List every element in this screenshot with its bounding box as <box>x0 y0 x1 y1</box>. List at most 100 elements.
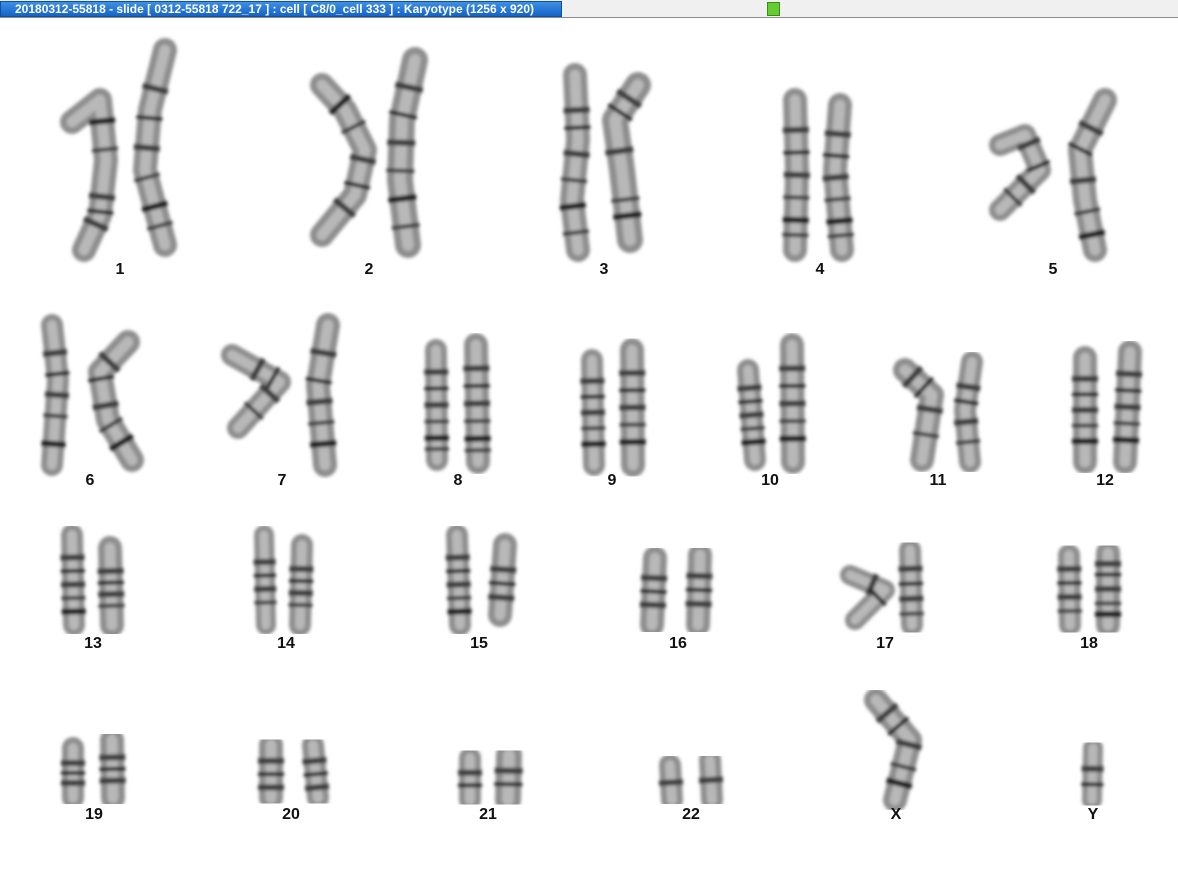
label-chr-17: 17 <box>876 635 894 652</box>
karyogram <box>41 38 1143 813</box>
chromosome-16 <box>639 543 713 637</box>
band <box>97 580 124 585</box>
label-chr-21: 21 <box>479 806 497 823</box>
band <box>289 578 314 584</box>
band <box>61 595 86 601</box>
band <box>1095 560 1121 567</box>
band <box>619 422 646 427</box>
chromosome-22 <box>658 749 724 811</box>
band <box>581 426 606 431</box>
band <box>253 558 276 566</box>
band <box>424 419 449 424</box>
band <box>464 448 491 453</box>
band <box>783 195 810 200</box>
label-chr-7: 7 <box>277 472 287 489</box>
chromosome-x <box>864 688 923 812</box>
label-chr-6: 6 <box>85 472 95 489</box>
band <box>254 600 277 605</box>
band <box>619 388 646 393</box>
band <box>387 139 416 147</box>
chromosome-8 <box>424 333 491 474</box>
band <box>99 754 126 761</box>
band <box>258 757 284 764</box>
label-chr-8: 8 <box>453 472 463 489</box>
band <box>639 601 667 609</box>
label-chr-y: Y <box>1087 806 1099 823</box>
chromosome-18 <box>1057 541 1121 637</box>
chromosome-9 <box>580 338 646 477</box>
chromosome-3 <box>559 63 651 262</box>
band <box>1057 593 1082 601</box>
band <box>464 418 491 424</box>
chromosome-21 <box>458 742 523 813</box>
label-chr-12: 12 <box>1096 472 1114 489</box>
band <box>685 587 713 593</box>
chromosome-14 <box>253 525 314 636</box>
label-chr-4: 4 <box>815 261 825 278</box>
band <box>464 435 491 442</box>
band <box>253 573 276 578</box>
band <box>779 418 806 424</box>
band <box>447 595 472 601</box>
label-chr-22: 22 <box>682 806 700 823</box>
band <box>619 369 646 377</box>
label-chr-19: 19 <box>85 806 103 823</box>
band <box>446 568 471 574</box>
band <box>581 440 606 448</box>
band <box>640 574 668 582</box>
band <box>494 781 523 787</box>
band <box>1057 580 1082 586</box>
chromosome-17 <box>840 539 924 636</box>
band <box>254 585 277 593</box>
band <box>258 784 284 791</box>
band <box>99 766 126 772</box>
label-chr-10: 10 <box>761 472 779 489</box>
band <box>783 150 810 155</box>
band <box>563 106 590 114</box>
band <box>61 780 85 786</box>
band <box>782 216 809 224</box>
band <box>424 434 449 442</box>
chromosome-7 <box>221 313 340 477</box>
band <box>424 401 449 409</box>
band <box>898 581 923 587</box>
chromosome-6 <box>41 314 144 476</box>
band <box>779 365 806 372</box>
band <box>98 603 125 609</box>
label-chr-14: 14 <box>277 635 295 652</box>
band <box>61 581 86 588</box>
band <box>288 589 313 597</box>
chromosome-12 <box>1072 340 1143 474</box>
band <box>580 377 605 385</box>
band <box>463 365 490 372</box>
chromosome-11 <box>893 351 983 473</box>
band <box>1081 765 1104 773</box>
band <box>289 565 314 573</box>
chromosome-5 <box>989 88 1117 262</box>
band <box>98 590 125 598</box>
band <box>424 386 449 391</box>
band <box>779 435 806 442</box>
band <box>446 581 471 588</box>
band <box>1072 375 1098 382</box>
band <box>463 400 491 407</box>
band <box>1114 403 1141 411</box>
chromosome-15 <box>445 524 517 636</box>
label-chr-5: 5 <box>1048 261 1058 278</box>
band <box>458 769 482 776</box>
band <box>60 568 85 574</box>
band <box>899 611 924 617</box>
band <box>288 602 313 608</box>
chromosome-20 <box>258 733 330 810</box>
band <box>61 608 86 615</box>
label-chr-1: 1 <box>115 261 125 278</box>
label-chr-2: 2 <box>364 261 374 278</box>
band <box>619 404 646 411</box>
chromosome-10 <box>737 333 806 474</box>
chromosome-19 <box>61 728 126 810</box>
band <box>898 565 923 573</box>
band <box>458 783 482 788</box>
label-chr-11: 11 <box>929 472 947 489</box>
band <box>1072 423 1098 428</box>
label-chr-x: X <box>890 806 902 823</box>
